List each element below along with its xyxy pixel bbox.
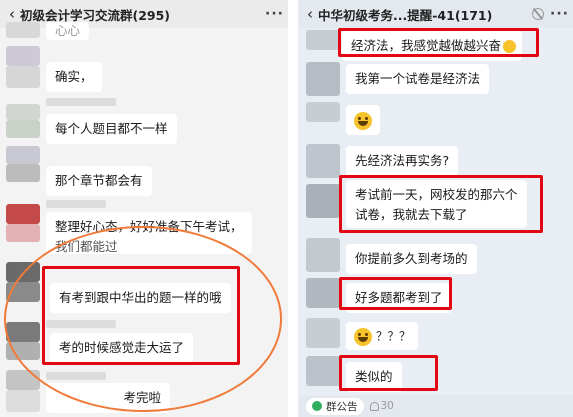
avatar[interactable] bbox=[6, 262, 40, 282]
message-bubble: 你提前多久到考场的 bbox=[346, 244, 477, 274]
avatar[interactable] bbox=[6, 104, 40, 120]
message-line: 试卷，我就去下载了 bbox=[355, 207, 468, 222]
mute-icon bbox=[532, 8, 545, 20]
avatar[interactable] bbox=[306, 238, 340, 272]
message-bubble: 我第一个试卷是经济法 bbox=[346, 64, 490, 94]
left-group-title: 初级会计学习交流群(295) bbox=[20, 7, 171, 23]
avatar[interactable] bbox=[6, 204, 40, 224]
panel-divider bbox=[288, 0, 298, 417]
message-bubble: 有考到跟中华出的题一样的哦 bbox=[50, 283, 231, 313]
message-bubble bbox=[346, 105, 380, 135]
avatar[interactable] bbox=[6, 390, 40, 412]
sender-name bbox=[46, 320, 116, 328]
avatar[interactable] bbox=[306, 318, 340, 348]
group-announcement-button[interactable]: 群公告 bbox=[306, 397, 364, 415]
message-bubble: 好多题都考到了 bbox=[346, 283, 452, 313]
message-bubble: 考的时候感觉走大运了 bbox=[50, 333, 194, 363]
message-line: 我们都能过 bbox=[55, 239, 118, 254]
avatar[interactable] bbox=[6, 164, 40, 182]
sender-name bbox=[46, 200, 106, 208]
message-bubble: 考完啦 bbox=[46, 383, 170, 413]
message-bubble: 心心 bbox=[46, 22, 90, 40]
left-chat-panel: ‹ 初级会计学习交流群(295) ··· 心心 确实， 每个人题目都不一样 那个… bbox=[0, 0, 288, 417]
message-bubble: 确实， bbox=[46, 62, 102, 92]
message-line: 整理好心态，好好准备下午考试， bbox=[55, 219, 243, 234]
announcement-icon bbox=[312, 401, 322, 411]
message-bubble: 经济法，我感觉越做越兴奋 bbox=[342, 31, 523, 61]
avatar[interactable] bbox=[6, 120, 40, 138]
people-icon bbox=[369, 401, 379, 411]
member-count-label: 30 bbox=[380, 400, 394, 412]
avatar[interactable] bbox=[6, 370, 40, 390]
avatar[interactable] bbox=[306, 62, 340, 96]
message-bubble: ？？？ bbox=[346, 322, 419, 350]
avatar[interactable] bbox=[6, 322, 40, 342]
laughing-emoji-icon bbox=[354, 111, 372, 130]
avatar[interactable] bbox=[306, 102, 340, 122]
message-bubble: 先经济法再实务? bbox=[346, 146, 459, 176]
message-bubble: 那个章节都会有 bbox=[46, 166, 152, 196]
right-chat-panel: ‹ 中华初级考务...提醒-41(171) ··· 经济法，我感觉越做越兴奋 我… bbox=[298, 0, 573, 417]
avatar[interactable] bbox=[6, 66, 40, 88]
avatar[interactable] bbox=[6, 22, 40, 38]
avatar[interactable] bbox=[306, 356, 340, 386]
back-arrow-icon[interactable]: ‹ bbox=[302, 0, 318, 28]
message-bubble: 整理好心态，好好准备下午考试， 我们都能过 bbox=[46, 212, 252, 254]
message-bubble: 类似的 bbox=[346, 362, 402, 392]
avatar[interactable] bbox=[306, 184, 340, 218]
more-options-icon[interactable]: ··· bbox=[265, 6, 284, 22]
message-text: 经济法，我感觉越做越兴奋 bbox=[351, 38, 502, 53]
right-group-title: 中华初级考务...提醒-41(171) bbox=[318, 7, 493, 23]
more-options-icon[interactable]: ··· bbox=[550, 6, 569, 22]
avatar[interactable] bbox=[6, 146, 40, 164]
avatar[interactable] bbox=[306, 278, 340, 308]
avatar[interactable] bbox=[306, 30, 340, 50]
sender-name bbox=[46, 98, 116, 106]
left-chat-header: ‹ 初级会计学习交流群(295) ··· bbox=[0, 0, 288, 28]
avatar[interactable] bbox=[6, 46, 40, 66]
excited-emoji-icon bbox=[503, 40, 517, 53]
avatar[interactable] bbox=[6, 342, 40, 360]
right-chat-header: ‹ 中华初级考务...提醒-41(171) ··· bbox=[298, 0, 573, 28]
member-count[interactable]: 30 bbox=[369, 400, 394, 412]
laughing-emoji-icon bbox=[354, 327, 372, 346]
avatar[interactable] bbox=[6, 224, 40, 242]
sender-name bbox=[46, 372, 106, 380]
avatar[interactable] bbox=[6, 282, 40, 302]
avatar[interactable] bbox=[306, 144, 340, 178]
message-bubble: 每个人题目都不一样 bbox=[46, 114, 177, 144]
announcement-label: 群公告 bbox=[326, 400, 358, 413]
message-text: ？？？ bbox=[375, 329, 411, 343]
chat-footer: 群公告 30 bbox=[298, 395, 573, 417]
message-line: 考试前一天，网校发的那六个 bbox=[355, 187, 518, 202]
message-bubble: 考试前一天，网校发的那六个 试卷，我就去下载了 bbox=[346, 180, 527, 228]
